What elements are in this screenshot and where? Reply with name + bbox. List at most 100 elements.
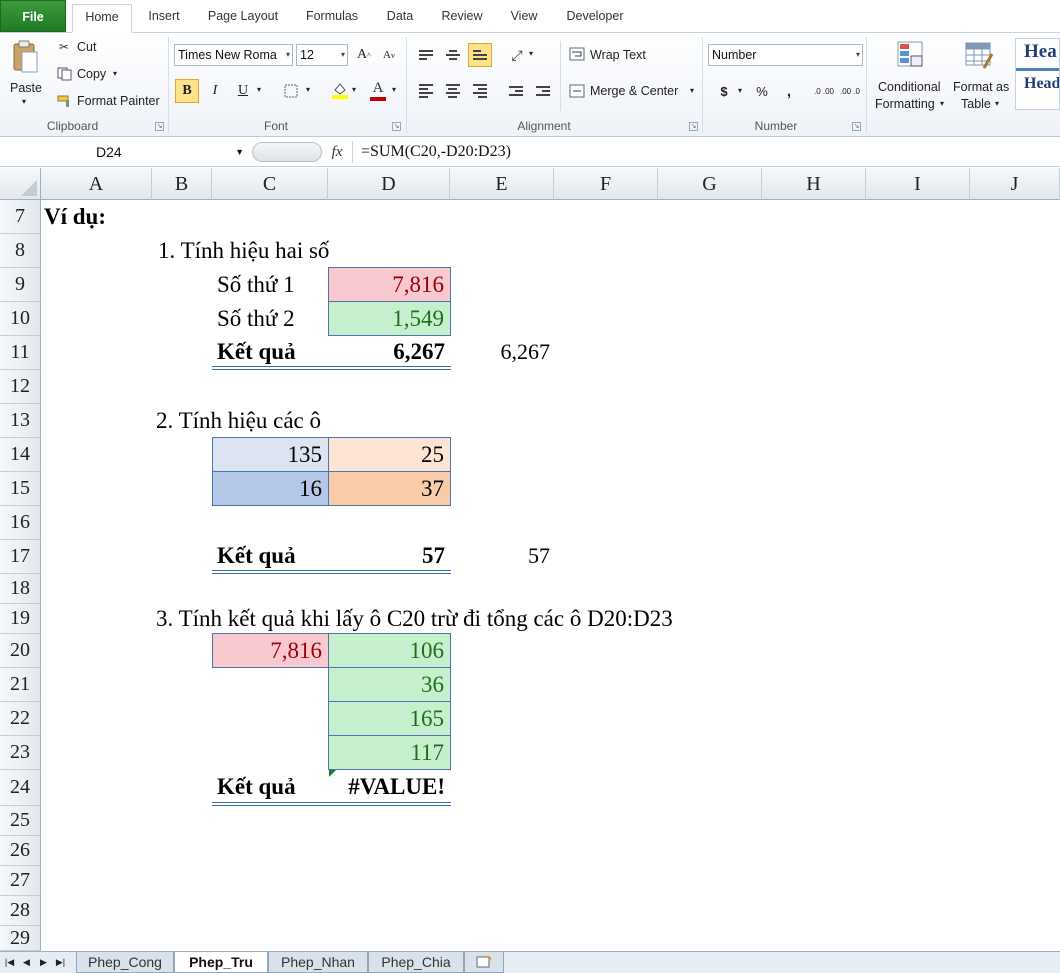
- column-header-b[interactable]: B: [152, 168, 212, 200]
- format-as-table-dropdown-icon[interactable]: ▾: [995, 99, 999, 108]
- cell-d9[interactable]: 7,816: [328, 267, 451, 302]
- cell-c24[interactable]: Kết quả: [217, 770, 296, 804]
- heading-1-style[interactable]: Hea: [1016, 39, 1059, 71]
- tab-developer[interactable]: Developer: [558, 4, 632, 33]
- format-painter-icon[interactable]: [56, 93, 72, 109]
- column-header-c[interactable]: C: [212, 168, 328, 200]
- select-all-corner[interactable]: [0, 168, 41, 200]
- column-header-h[interactable]: H: [762, 168, 866, 200]
- cell-c14[interactable]: 135: [212, 437, 329, 472]
- cell-d14[interactable]: 25: [328, 437, 451, 472]
- heading-2-style[interactable]: Head: [1016, 71, 1059, 93]
- row-header[interactable]: 9: [0, 268, 41, 302]
- wrap-text-icon[interactable]: [568, 46, 586, 62]
- tab-page-layout[interactable]: Page Layout: [200, 4, 286, 33]
- tab-insert[interactable]: Insert: [140, 4, 188, 33]
- conditional-formatting-icon[interactable]: [894, 39, 926, 71]
- cell-c10[interactable]: Số thứ 2: [217, 302, 295, 336]
- conditional-formatting-label-2[interactable]: Formatting: [875, 97, 935, 111]
- copy-button[interactable]: Copy: [77, 67, 106, 81]
- cell-b19[interactable]: 3. Tính kết quả khi lấy ô C20 trừ đi tổn…: [156, 604, 673, 634]
- merge-center-icon[interactable]: [568, 83, 586, 99]
- format-as-table-label-1[interactable]: Format as: [953, 80, 1009, 94]
- font-launcher-icon[interactable]: ↘: [392, 122, 401, 131]
- underline-dropdown-icon[interactable]: ▾: [257, 85, 261, 94]
- copy-dropdown-icon[interactable]: ▾: [113, 69, 117, 78]
- row-header[interactable]: 24: [0, 770, 41, 806]
- row-header[interactable]: 7: [0, 200, 41, 234]
- column-header-j[interactable]: J: [970, 168, 1060, 200]
- column-header-i[interactable]: I: [866, 168, 970, 200]
- first-sheet-icon[interactable]: |◀: [3, 954, 16, 970]
- currency-button[interactable]: $: [712, 79, 736, 103]
- cell-d22[interactable]: 165: [328, 701, 451, 736]
- row-header[interactable]: 26: [0, 836, 41, 866]
- conditional-formatting-label-1[interactable]: Conditional: [878, 80, 941, 94]
- comma-button[interactable]: ,: [777, 79, 801, 103]
- cut-button[interactable]: Cut: [77, 40, 96, 54]
- decrease-decimal-button[interactable]: .00 .0: [838, 79, 862, 103]
- format-as-table-label-2[interactable]: Table: [961, 97, 991, 111]
- borders-icon[interactable]: [282, 83, 300, 99]
- orientation-dropdown-icon[interactable]: ▾: [529, 49, 533, 58]
- insert-sheet-icon[interactable]: [464, 952, 504, 973]
- sheet-tab-phep-cong[interactable]: Phep_Cong: [76, 952, 174, 973]
- cell-d24[interactable]: #VALUE!: [328, 770, 451, 804]
- orientation-icon[interactable]: ⤢: [506, 45, 528, 65]
- cell-e11[interactable]: 6,267: [450, 336, 554, 368]
- borders-dropdown-icon[interactable]: ▾: [306, 85, 310, 94]
- font-color-dropdown-icon[interactable]: ▾: [392, 85, 396, 94]
- row-header[interactable]: 18: [0, 574, 41, 604]
- wrap-text-button[interactable]: Wrap Text: [590, 48, 646, 62]
- row-header[interactable]: 20: [0, 634, 41, 668]
- shrink-font-button[interactable]: Av: [377, 43, 401, 67]
- error-indicator-icon[interactable]: [329, 770, 336, 777]
- row-header[interactable]: 13: [0, 404, 41, 438]
- cell-d23[interactable]: 117: [328, 735, 451, 770]
- tab-file[interactable]: File: [0, 0, 66, 32]
- cell-d20[interactable]: 106: [328, 633, 451, 668]
- copy-icon[interactable]: [56, 66, 72, 82]
- row-header[interactable]: 21: [0, 668, 41, 702]
- cut-icon[interactable]: ✂: [56, 39, 72, 55]
- font-color-icon[interactable]: A: [368, 79, 388, 101]
- cell-d10[interactable]: 1,549: [328, 301, 451, 336]
- align-middle-icon[interactable]: [441, 43, 465, 67]
- name-box[interactable]: D24 ▼: [0, 141, 248, 163]
- cell-d15[interactable]: 37: [328, 471, 451, 506]
- cell-c9[interactable]: Số thứ 1: [217, 268, 295, 302]
- bold-button[interactable]: B: [175, 79, 199, 103]
- paste-dropdown-icon[interactable]: ▾: [22, 97, 26, 106]
- paste-icon[interactable]: [10, 39, 40, 75]
- row-header[interactable]: 14: [0, 438, 41, 472]
- tab-formulas[interactable]: Formulas: [298, 4, 366, 33]
- prev-sheet-icon[interactable]: ◀: [20, 954, 33, 970]
- column-header-d[interactable]: D: [328, 168, 450, 200]
- row-header[interactable]: 15: [0, 472, 41, 506]
- number-format-select[interactable]: Number ▾: [708, 44, 863, 66]
- paste-button[interactable]: Paste: [10, 81, 42, 95]
- align-bottom-icon[interactable]: [468, 43, 492, 67]
- currency-dropdown-icon[interactable]: ▾: [738, 86, 742, 95]
- next-sheet-icon[interactable]: ▶: [37, 954, 50, 970]
- cell-b13[interactable]: 2. Tính hiệu các ô: [156, 404, 321, 438]
- cell-c17[interactable]: Kết quả: [217, 540, 296, 572]
- italic-button[interactable]: I: [203, 79, 227, 103]
- formula-bar-divider[interactable]: [252, 142, 322, 162]
- merge-dropdown-icon[interactable]: ▾: [690, 86, 694, 95]
- sheet-tab-phep-nhan[interactable]: Phep_Nhan: [268, 952, 368, 973]
- align-top-icon[interactable]: [414, 43, 438, 67]
- align-right-icon[interactable]: [468, 79, 492, 103]
- font-name-select[interactable]: Times New Roma ▾: [174, 44, 293, 66]
- fill-color-dropdown-icon[interactable]: ▾: [352, 85, 356, 94]
- sheet-tab-phep-tru[interactable]: Phep_Tru: [174, 952, 268, 973]
- cell-d11[interactable]: 6,267: [328, 336, 451, 368]
- last-sheet-icon[interactable]: ▶|: [54, 954, 67, 970]
- underline-button[interactable]: U: [231, 79, 255, 103]
- format-as-table-icon[interactable]: [963, 39, 995, 71]
- percent-button[interactable]: %: [750, 79, 774, 103]
- number-launcher-icon[interactable]: ↘: [852, 122, 861, 131]
- row-header[interactable]: 25: [0, 806, 41, 836]
- row-header[interactable]: 17: [0, 540, 41, 574]
- increase-decimal-button[interactable]: .0 .00: [812, 79, 836, 103]
